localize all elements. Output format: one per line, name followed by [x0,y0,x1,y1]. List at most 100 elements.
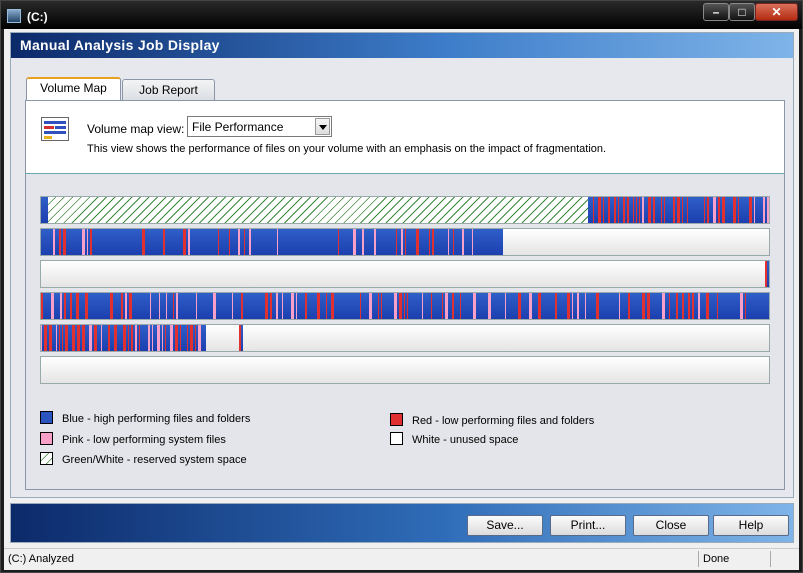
green-white-swatch [40,452,53,465]
map-fragment [51,293,54,319]
map-fragment [687,197,688,223]
map-fragment [473,293,476,319]
map-fragment [70,293,72,319]
map-fragment [642,293,645,319]
map-fragment [374,229,376,255]
map-fragment [195,325,196,351]
volume-map-view-dropdown[interactable]: File Performance [187,116,332,137]
map-fragment [567,293,570,319]
map-fragment [59,325,60,351]
legend: Blue - high performing files and folders… [40,411,770,481]
dropdown-value: File Performance [192,120,284,134]
map-fragment [183,229,186,255]
map-fragment [472,229,473,255]
map-fragment [396,229,397,255]
map-fragment [282,293,283,319]
volume-map-row-3 [40,260,770,288]
map-fragment [704,197,705,223]
legend-item-blue: Blue - high performing files and folders [40,411,250,425]
map-fragment [462,229,464,255]
close-button[interactable]: Close [633,515,709,536]
help-button[interactable]: Help [713,515,789,536]
map-fragment [162,325,163,351]
tab-volume-map[interactable]: Volume Map [26,77,121,100]
map-fragment [740,293,743,319]
app-window: (C:) – □ ✕ Manual Analysis Job Display V… [0,0,803,573]
map-fragment [676,293,678,319]
map-fragment [114,325,117,351]
map-fragment [110,293,113,319]
map-fragment [706,293,709,319]
legend-item-green-white: Green/White - reserved system space [40,452,247,466]
map-fragment [241,293,243,319]
maximize-button[interactable]: □ [729,3,755,21]
map-fragment [623,197,625,223]
map-fragment [188,229,190,255]
map-fragment [453,229,454,255]
status-separator [770,551,771,567]
map-fragment [442,293,443,319]
client-area: Manual Analysis Job Display Volume Map J… [4,29,799,570]
map-fragment [682,293,684,319]
map-fragment [128,325,129,351]
map-fragment [338,229,339,255]
map-fragment [362,229,364,255]
map-fragment [131,325,133,351]
map-fragment [603,197,604,223]
map-fragment [429,229,430,255]
map-fragment [152,325,153,351]
map-fragment [378,293,379,319]
map-fragment [431,293,432,319]
minimize-button[interactable]: – [703,3,729,21]
map-fragment [416,229,419,255]
map-fragment [265,293,268,319]
map-fragment [518,293,521,319]
map-fragment [399,293,402,319]
map-fragment [593,197,594,223]
map-fragment [381,293,382,319]
map-fragment [218,229,219,255]
map-fragment [198,325,201,351]
map-fragment [717,293,718,319]
map-fragment [636,197,637,223]
map-fragment [276,293,278,319]
map-fragment [249,229,251,255]
map-fragment [669,293,670,319]
map-fragment [108,325,110,351]
view-label: Volume map view: [87,122,185,136]
map-fragment [41,293,43,319]
volume-map-row-1 [40,196,770,224]
map-fragment [121,293,123,319]
map-fragment [618,197,619,223]
map-fragment [142,229,145,255]
tab-job-report[interactable]: Job Report [122,79,215,101]
map-fragment [661,197,662,223]
map-fragment [175,325,178,351]
map-fragment [239,325,241,351]
map-fragment [49,325,52,351]
view-description: This view shows the performance of files… [87,143,607,155]
close-window-button[interactable]: ✕ [755,3,798,21]
map-fragment [360,293,361,319]
print-button[interactable]: Print... [550,515,626,536]
map-fragment [326,293,327,319]
map-fragment [401,229,403,255]
save-button[interactable]: Save... [467,515,543,536]
map-fragment [94,325,97,351]
title-bar[interactable]: (C:) – □ ✕ [1,1,802,29]
map-fragment [166,293,167,319]
map-fragment [187,325,188,351]
pink-swatch [40,432,53,445]
map-fragment [238,229,240,255]
map-fragment [664,197,665,223]
job-display-frame: Manual Analysis Job Display Volume Map J… [10,32,794,498]
map-fragment [765,261,767,287]
map-fragment [647,293,650,319]
map-fragment [56,325,57,351]
map-fragment [718,197,720,223]
chevron-down-icon[interactable] [315,118,330,135]
map-fragment [150,293,151,319]
map-fragment [749,197,752,223]
map-fragment [41,325,42,351]
map-fragment [244,229,245,255]
